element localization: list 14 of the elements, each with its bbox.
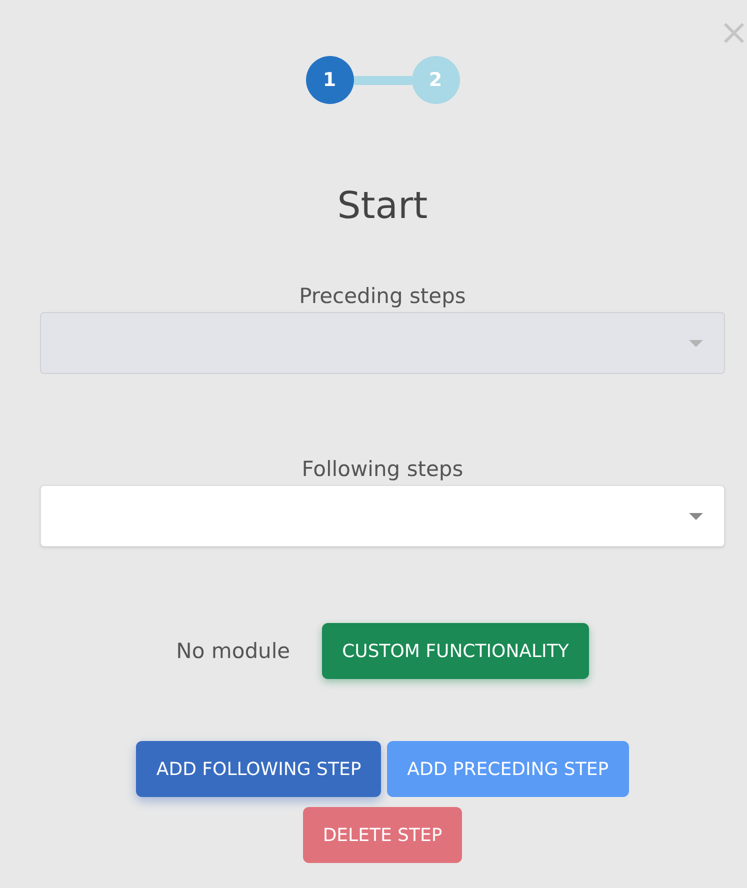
action-button[interactable]: ADD PRECEDING STEP <box>387 741 629 797</box>
action-button[interactable]: DELETE STEP <box>302 807 462 863</box>
select-field[interactable] <box>40 485 725 547</box>
field-label: Preceding steps <box>299 284 466 308</box>
close-icon[interactable] <box>723 22 745 44</box>
step-title: Start <box>337 184 428 227</box>
step-circle[interactable]: 1 <box>306 56 354 104</box>
caret-icon <box>689 340 703 348</box>
step-connector <box>354 76 412 84</box>
caret-icon <box>689 513 703 521</box>
module-status: No module <box>176 639 290 663</box>
field-label: Following steps <box>302 457 464 481</box>
action-button[interactable]: ADD FOLLOWING STEP <box>136 741 382 797</box>
custom-functionality-button[interactable]: CUSTOM FUNCTIONALITY <box>322 623 589 679</box>
